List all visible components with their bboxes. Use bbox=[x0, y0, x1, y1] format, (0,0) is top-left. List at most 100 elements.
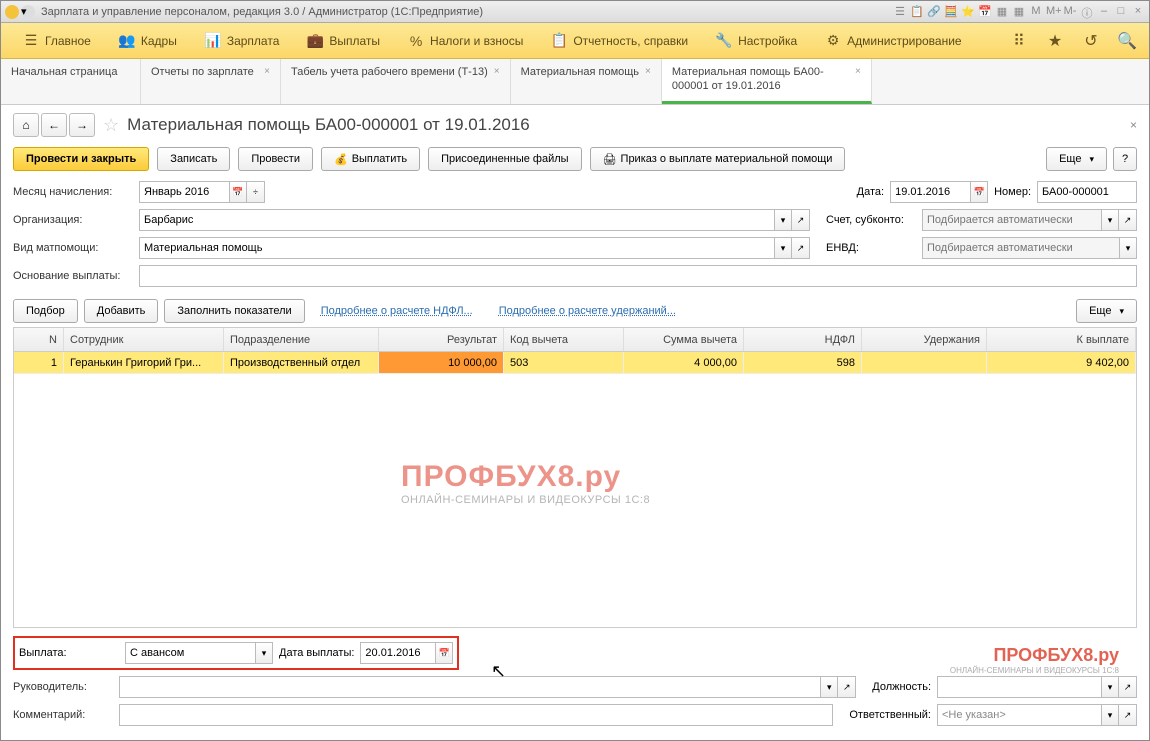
tab-close-icon[interactable]: × bbox=[855, 65, 861, 78]
toolbar-icon[interactable]: 📋 bbox=[910, 5, 924, 19]
tab-close-icon[interactable]: × bbox=[264, 65, 270, 78]
fill-button[interactable]: Заполнить показатели bbox=[164, 299, 304, 323]
dropdown-icon[interactable]: ▾ bbox=[820, 676, 838, 698]
star-icon[interactable]: ★ bbox=[1041, 27, 1069, 55]
open-icon[interactable]: ↗ bbox=[792, 237, 810, 259]
col-employee[interactable]: Сотрудник bbox=[64, 328, 224, 351]
tab-timesheet[interactable]: Табель учета рабочего времени (Т-13)× bbox=[281, 59, 511, 104]
minimize-icon[interactable]: – bbox=[1097, 5, 1111, 19]
col-deductions[interactable]: Удержания bbox=[862, 328, 987, 351]
open-icon[interactable]: ↗ bbox=[1119, 704, 1137, 726]
menu-admin[interactable]: ⚙Администрирование bbox=[811, 23, 975, 59]
open-icon[interactable]: ↗ bbox=[792, 209, 810, 231]
basis-input[interactable] bbox=[139, 265, 1137, 287]
manager-input[interactable] bbox=[119, 676, 820, 698]
calendar-icon[interactable]: 📅 bbox=[435, 642, 453, 664]
envd-input[interactable] bbox=[922, 237, 1119, 259]
back-button[interactable]: ← bbox=[41, 113, 67, 137]
number-input[interactable] bbox=[1037, 181, 1137, 203]
menu-settings[interactable]: 🔧Настройка bbox=[702, 23, 811, 59]
menu-main[interactable]: ☰Главное bbox=[9, 23, 105, 59]
table-row[interactable]: 1 Геранькин Григорий Гри... Производстве… bbox=[14, 352, 1136, 374]
calendar-icon[interactable]: 📅 bbox=[229, 181, 247, 203]
m-minus-button[interactable]: M- bbox=[1063, 5, 1077, 19]
table-more-button[interactable]: Еще bbox=[1076, 299, 1137, 323]
favorite-icon[interactable]: ☆ bbox=[103, 115, 119, 136]
deductions-details-link[interactable]: Подробнее о расчете удержаний... bbox=[499, 305, 676, 317]
home-button[interactable]: ⌂ bbox=[13, 113, 39, 137]
search-icon[interactable]: 🔍 bbox=[1113, 27, 1141, 55]
payment-date-input[interactable] bbox=[360, 642, 435, 664]
toolbar-icon[interactable]: 🔗 bbox=[927, 5, 941, 19]
dropdown-icon[interactable]: ▾ bbox=[1101, 209, 1119, 231]
open-icon[interactable]: ↗ bbox=[1119, 209, 1137, 231]
dropdown-icon[interactable]: ▾ bbox=[774, 237, 792, 259]
save-button[interactable]: Записать bbox=[157, 147, 230, 171]
open-icon[interactable]: ↗ bbox=[838, 676, 856, 698]
dropdown-icon[interactable]: ▾ bbox=[774, 209, 792, 231]
payment-input[interactable] bbox=[125, 642, 255, 664]
toolbar-icon[interactable]: ⭐ bbox=[961, 5, 975, 19]
toolbar-icon[interactable]: ☰ bbox=[893, 5, 907, 19]
col-department[interactable]: Подразделение bbox=[224, 328, 379, 351]
more-button[interactable]: Еще bbox=[1046, 147, 1107, 171]
print-order-button[interactable]: 🖨Приказ о выплате материальной помощи bbox=[590, 147, 846, 171]
close-icon[interactable]: × bbox=[1131, 5, 1145, 19]
payment-date-label: Дата выплаты: bbox=[279, 647, 354, 659]
toolbar-icon[interactable]: 📅 bbox=[978, 5, 992, 19]
post-button[interactable]: Провести bbox=[238, 147, 313, 171]
help-icon[interactable]: ⓘ bbox=[1080, 5, 1094, 19]
ndfl-details-link[interactable]: Подробнее о расчете НДФЛ... bbox=[321, 305, 473, 317]
tab-start[interactable]: Начальная страница bbox=[1, 59, 141, 104]
menu-taxes[interactable]: %Налоги и взносы bbox=[394, 23, 537, 59]
select-button[interactable]: Подбор bbox=[13, 299, 78, 323]
stepper-buttons[interactable]: ÷ bbox=[247, 181, 265, 203]
pay-button[interactable]: 💰Выплатить bbox=[321, 147, 420, 171]
menu-hr[interactable]: 👥Кадры bbox=[105, 23, 191, 59]
date-label: Дата: bbox=[857, 186, 884, 198]
menu-salary[interactable]: 📊Зарплата bbox=[191, 23, 294, 59]
tab-close-icon[interactable]: × bbox=[494, 65, 500, 78]
month-input[interactable] bbox=[139, 181, 229, 203]
col-topay[interactable]: К выплате bbox=[987, 328, 1136, 351]
m-plus-button[interactable]: M+ bbox=[1046, 5, 1060, 19]
tab-mathelp-doc[interactable]: Материальная помощь БА00-000001 от 19.01… bbox=[662, 59, 872, 104]
date-input[interactable] bbox=[890, 181, 970, 203]
dropdown-icon[interactable]: ▾ bbox=[1101, 704, 1119, 726]
col-code[interactable]: Код вычета bbox=[504, 328, 624, 351]
history-icon[interactable]: ↺ bbox=[1077, 27, 1105, 55]
col-result[interactable]: Результат bbox=[379, 328, 504, 351]
m-button[interactable]: M bbox=[1029, 5, 1043, 19]
toolbar-icon[interactable]: 🧮 bbox=[944, 5, 958, 19]
dropdown-icon[interactable]: ▾ bbox=[1119, 237, 1137, 259]
forward-button[interactable]: → bbox=[69, 113, 95, 137]
tab-reports[interactable]: Отчеты по зарплате× bbox=[141, 59, 281, 104]
apps-icon[interactable]: ⠿ bbox=[1005, 27, 1033, 55]
type-input[interactable] bbox=[139, 237, 774, 259]
post-and-close-button[interactable]: Провести и закрыть bbox=[13, 147, 149, 171]
col-sum[interactable]: Сумма вычета bbox=[624, 328, 744, 351]
toolbar-icon[interactable]: ▦ bbox=[995, 5, 1009, 19]
dropdown-icon[interactable]: ▾ bbox=[1101, 676, 1119, 698]
org-input[interactable] bbox=[139, 209, 774, 231]
position-input[interactable] bbox=[937, 676, 1101, 698]
col-number[interactable]: N bbox=[14, 328, 64, 351]
maximize-icon[interactable]: □ bbox=[1114, 5, 1128, 19]
tab-close-icon[interactable]: × bbox=[645, 65, 651, 78]
add-button[interactable]: Добавить bbox=[84, 299, 159, 323]
toolbar-icon[interactable]: ▦ bbox=[1012, 5, 1026, 19]
app-dropdown-icon[interactable]: ▾ bbox=[21, 5, 35, 19]
attached-files-button[interactable]: Присоединенные файлы bbox=[428, 147, 581, 171]
tab-mathelp[interactable]: Материальная помощь× bbox=[511, 59, 662, 104]
help-button[interactable]: ? bbox=[1113, 147, 1137, 171]
menu-reports[interactable]: 📋Отчетность, справки bbox=[537, 23, 702, 59]
document-close-icon[interactable]: × bbox=[1130, 118, 1137, 132]
calendar-icon[interactable]: 📅 bbox=[970, 181, 988, 203]
responsible-input[interactable] bbox=[937, 704, 1101, 726]
menu-payments[interactable]: 💼Выплаты bbox=[293, 23, 394, 59]
dropdown-icon[interactable]: ▾ bbox=[255, 642, 273, 664]
comment-input[interactable] bbox=[119, 704, 833, 726]
account-input[interactable] bbox=[922, 209, 1101, 231]
col-ndfl[interactable]: НДФЛ bbox=[744, 328, 862, 351]
open-icon[interactable]: ↗ bbox=[1119, 676, 1137, 698]
